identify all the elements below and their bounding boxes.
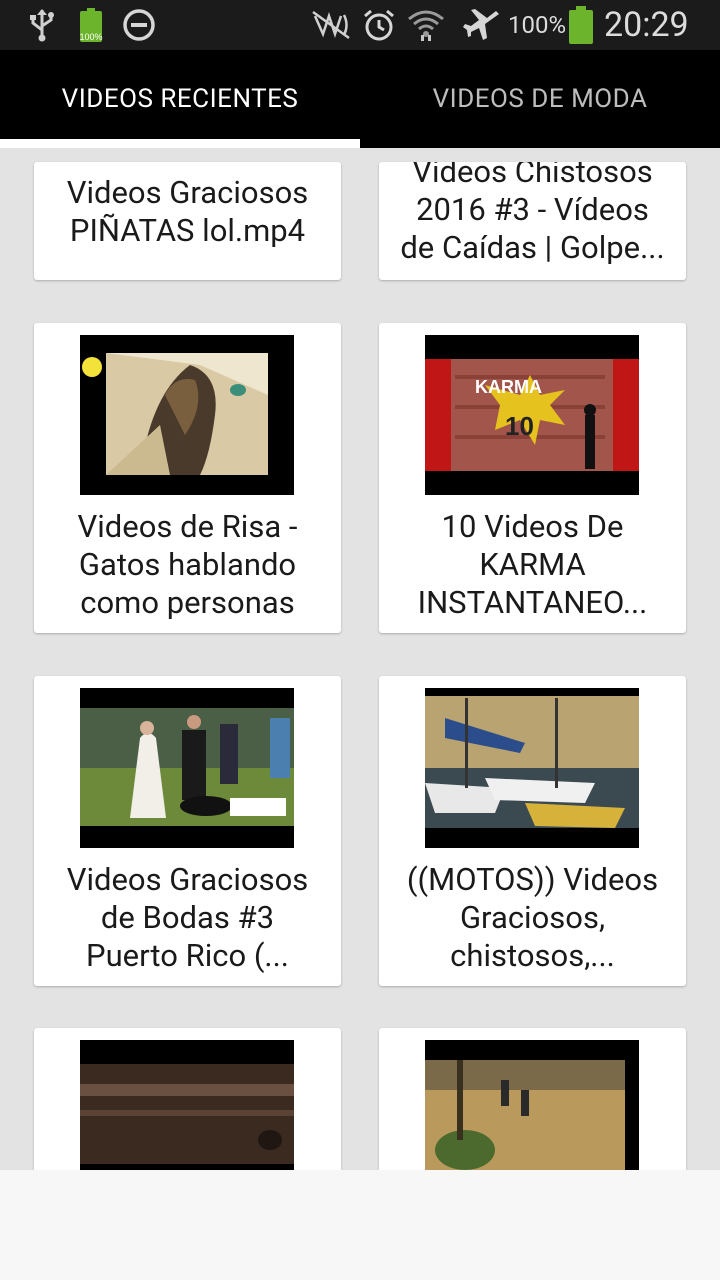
do-not-disturb-icon: [120, 0, 158, 50]
video-thumbnail: [425, 1040, 639, 1170]
video-thumbnail: [425, 688, 639, 848]
active-tab-indicator: [0, 139, 360, 148]
video-thumbnail: KARMA 10: [425, 335, 639, 495]
airplane-mode-icon: [462, 0, 502, 50]
video-card[interactable]: Videos Graciosos de Bodas #3 Puerto Rico…: [34, 676, 341, 986]
battery-charging-small-icon: 100%: [76, 0, 106, 50]
status-bar: 100% 100% 20:29: [0, 0, 720, 50]
video-title: Videos Chistosos 2016 #3 - Vídeos de Caí…: [400, 162, 665, 266]
clock: 20:29: [604, 5, 689, 45]
video-card[interactable]: Videos Chistosos 2016 #3 - Vídeos de Caí…: [379, 162, 686, 280]
video-card[interactable]: [34, 1028, 341, 1170]
video-card[interactable]: [379, 1028, 686, 1170]
video-card[interactable]: ((MOTOS)) Videos Graciosos, chistosos,..…: [379, 676, 686, 986]
video-thumbnail: [80, 688, 294, 848]
battery-percent: 100%: [508, 11, 567, 39]
video-title: ((MOTOS)) Videos Graciosos, chistosos,..…: [406, 861, 659, 974]
video-card[interactable]: KARMA 10 10 Videos De KARMA INSTANTANEO.…: [379, 323, 686, 633]
alarm-icon: [360, 0, 398, 50]
wifi-icon: [406, 0, 446, 50]
video-title: Videos Graciosos de Bodas #3 Puerto Rico…: [66, 861, 309, 974]
battery-small-label: 100%: [79, 32, 103, 42]
video-title: Videos Graciosos PIÑATAS lol.mp4: [66, 174, 309, 249]
video-card[interactable]: Videos de Risa - Gatos hablando como per…: [34, 323, 341, 633]
thumbnail-karma-number: 10: [505, 411, 534, 441]
video-thumbnail: [80, 1040, 294, 1170]
video-grid[interactable]: Videos Graciosos PIÑATAS lol.mp4 Videos …: [0, 148, 720, 1170]
tab-bar: VIDEOS RECIENTES VIDEOS DE MODA: [0, 50, 720, 148]
nfc-muted-icon: [310, 0, 352, 50]
battery-icon: [567, 0, 595, 50]
thumbnail-karma-text: KARMA: [475, 377, 542, 397]
tab-videos-de-moda[interactable]: VIDEOS DE MODA: [360, 50, 720, 148]
video-title: 10 Videos De KARMA INSTANTANEO...: [417, 508, 648, 621]
tab-label: VIDEOS DE MODA: [432, 84, 648, 114]
bottom-empty-area: [0, 1170, 720, 1280]
tab-label: VIDEOS RECIENTES: [61, 84, 299, 114]
video-thumbnail: [80, 335, 294, 495]
usb-icon: [26, 0, 58, 50]
video-card[interactable]: Videos Graciosos PIÑATAS lol.mp4: [34, 162, 341, 280]
video-title: Videos de Risa - Gatos hablando como per…: [77, 508, 298, 621]
tab-videos-recientes[interactable]: VIDEOS RECIENTES: [0, 50, 360, 148]
